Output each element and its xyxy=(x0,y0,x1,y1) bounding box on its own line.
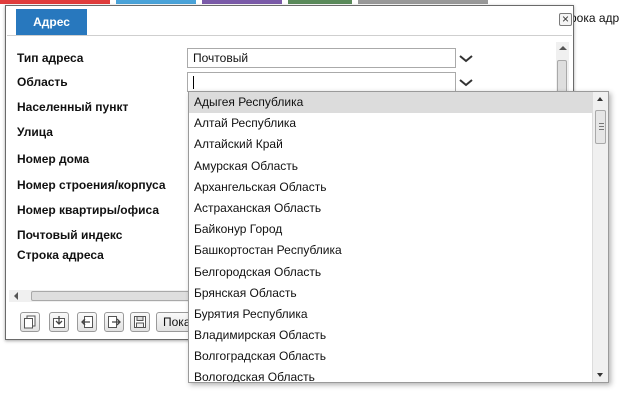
label-address-line: Строка адреса xyxy=(17,248,104,262)
label-street: Улица xyxy=(17,125,53,139)
label-building-number: Номер строения/корпуса xyxy=(17,178,166,192)
region-options: Адыгея Республика Алтай Республика Алтайск… xyxy=(189,92,592,382)
region-option[interactable]: Волгоградская Область xyxy=(189,346,592,367)
region-option[interactable]: Башкортостан Республика xyxy=(189,240,592,261)
save-icon xyxy=(134,316,146,328)
import-left-icon xyxy=(81,316,93,328)
scroll-thumb[interactable] xyxy=(31,291,191,301)
region-option[interactable]: Алтай Республика xyxy=(189,113,592,134)
region-option[interactable]: Белгородская Область xyxy=(189,262,592,283)
region-option[interactable]: Байконур Город xyxy=(189,219,592,240)
scroll-left-icon[interactable] xyxy=(14,292,18,300)
region-option[interactable]: Владимирская Область xyxy=(189,325,592,346)
scroll-down-icon[interactable] xyxy=(597,373,603,377)
label-house-number: Номер дома xyxy=(17,152,90,166)
export-button[interactable] xyxy=(104,312,124,332)
background-address-text: рока адр xyxy=(570,11,620,25)
background-tab-strip xyxy=(0,0,624,4)
copy-icon xyxy=(24,315,36,329)
scroll-up-icon[interactable] xyxy=(597,97,603,101)
tab-address[interactable]: Адрес xyxy=(16,9,87,35)
close-button[interactable]: × xyxy=(559,13,572,26)
label-address-type: Тип адреса xyxy=(17,51,84,65)
import-button[interactable] xyxy=(49,312,69,332)
tab-divider xyxy=(7,35,572,36)
import-left-button[interactable] xyxy=(77,312,97,332)
save-button[interactable] xyxy=(130,312,150,332)
scroll-up-icon[interactable] xyxy=(559,46,567,50)
label-region: Область xyxy=(17,75,68,89)
chevron-down-icon[interactable] xyxy=(457,48,475,68)
label-apartment-number: Номер квартиры/офиса xyxy=(17,203,159,217)
copy-button[interactable] xyxy=(20,312,40,332)
region-option[interactable]: Амурская Область xyxy=(189,156,592,177)
region-dropdown-list: Адыгея Республика Алтай Республика Алтайск… xyxy=(188,91,609,383)
label-locality: Населенный пункт xyxy=(17,100,129,114)
label-postal-code: Почтовый индекс xyxy=(17,228,123,242)
address-type-select[interactable]: Почтовый xyxy=(187,48,456,68)
chevron-down-icon[interactable] xyxy=(457,72,475,92)
region-input[interactable] xyxy=(187,72,456,92)
scroll-thumb[interactable] xyxy=(595,110,606,144)
region-option[interactable]: Астраханская Область xyxy=(189,198,592,219)
export-icon xyxy=(108,316,121,328)
dropdown-scrollbar[interactable] xyxy=(592,92,608,382)
region-option[interactable]: Архангельская Область xyxy=(189,177,592,198)
import-icon xyxy=(53,316,65,328)
text-caret xyxy=(193,76,194,90)
region-option[interactable]: Брянская Область xyxy=(189,283,592,304)
region-option[interactable]: Бурятия Республика xyxy=(189,304,592,325)
address-type-value: Почтовый xyxy=(193,51,249,65)
region-option[interactable]: Адыгея Республика xyxy=(189,92,592,114)
region-option[interactable]: Вологодская Область xyxy=(189,367,592,382)
region-option[interactable]: Алтайский Край xyxy=(189,134,592,155)
